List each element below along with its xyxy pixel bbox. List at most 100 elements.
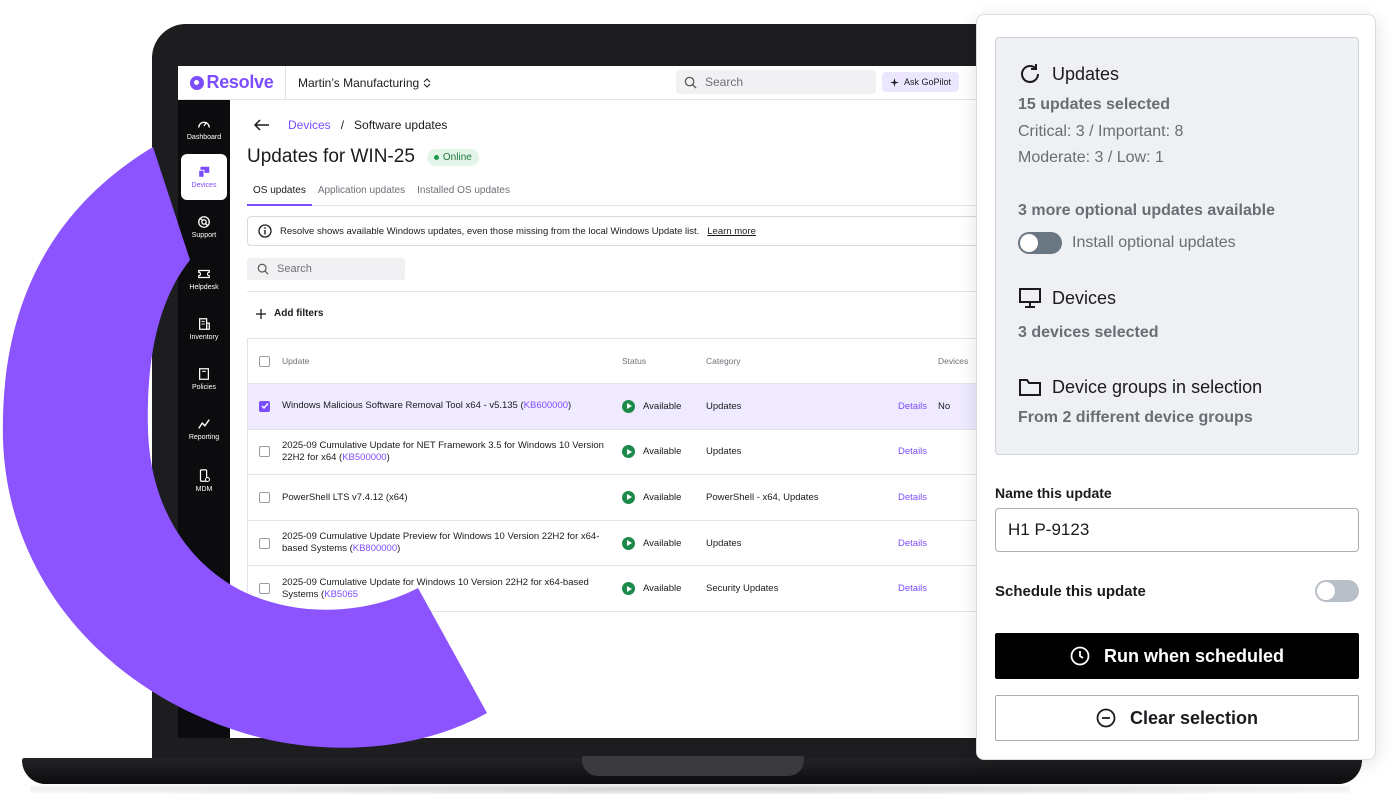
breadcrumb: Devices / Software updates (254, 118, 447, 132)
column-header-status[interactable]: Status (622, 339, 646, 383)
laptop-shadow (30, 784, 1350, 794)
clear-selection-button[interactable]: Clear selection (995, 695, 1359, 741)
available-status-icon (622, 445, 635, 459)
select-all-checkbox[interactable] (259, 355, 270, 367)
page-title: Updates for WIN-25 Online (247, 146, 479, 168)
run-when-scheduled-button[interactable]: Run when scheduled (995, 633, 1359, 679)
row-checkbox[interactable] (259, 583, 270, 595)
status-badge-text: Online (442, 151, 472, 163)
severity-critical-important: Critical: 3 / Important: 8 (1018, 123, 1184, 140)
sidebar-item-helpdesk[interactable]: Helpdesk (181, 256, 227, 302)
sidebar-item-policies[interactable]: Policies (181, 356, 227, 402)
sidebar-item-support[interactable]: Support (181, 204, 227, 250)
global-search-input[interactable]: Search (676, 70, 876, 94)
row-checkbox[interactable] (259, 537, 270, 549)
updates-search-placeholder: Search (277, 263, 312, 275)
sidebar-item-label: Reporting (188, 434, 220, 441)
chart-line-icon (198, 419, 210, 429)
ticket-icon (198, 269, 210, 279)
learn-more-link[interactable]: Learn more (707, 226, 756, 237)
install-optional-toggle[interactable] (1018, 232, 1062, 254)
column-header-update[interactable]: Update (282, 339, 612, 383)
devices-icon (198, 166, 210, 178)
add-filters-label: Add filters (274, 308, 324, 319)
details-link[interactable]: Details (898, 384, 927, 429)
available-status-icon (622, 399, 635, 413)
update-name: Windows Malicious Software Removal Tool … (282, 400, 572, 412)
plus-icon (256, 308, 266, 319)
tab-installed-os-updates[interactable]: Installed OS updates (411, 182, 516, 206)
update-name: PowerShell LTS v7.4.12 (x64) (282, 491, 408, 503)
details-link[interactable]: Details (898, 521, 927, 566)
sidebar-item-devices[interactable]: Devices (181, 154, 227, 200)
sidebar-item-label: Dashboard (186, 134, 222, 141)
updates-heading: Updates (1018, 62, 1119, 86)
page-title-text: Updates for WIN-25 (247, 146, 415, 167)
update-category: Security Updates (706, 583, 779, 595)
kb-link[interactable]: KB800000 (353, 543, 397, 554)
folder-icon (1019, 379, 1041, 396)
row-checkbox[interactable] (259, 400, 270, 412)
details-link[interactable]: Details (898, 475, 927, 520)
available-status-icon (622, 490, 635, 504)
update-name-input[interactable] (995, 508, 1359, 552)
laptop-notch (582, 756, 804, 776)
breadcrumb-devices-link[interactable]: Devices (288, 118, 331, 132)
add-filters-button[interactable]: Add filters (256, 308, 323, 319)
update-status: Available (622, 430, 681, 475)
column-header-devices[interactable]: Devices (938, 339, 968, 383)
breadcrumb-current: Software updates (354, 118, 448, 132)
schedule-row: Schedule this update (995, 579, 1359, 603)
sidebar: Dashboard Devices Support Helpdesk Inven… (178, 100, 230, 738)
status-badge: Online (426, 148, 479, 166)
resolve-logo[interactable]: Resolve (178, 66, 286, 100)
details-link[interactable]: Details (898, 566, 927, 611)
available-status-icon (622, 582, 635, 596)
breadcrumb-separator: / (340, 118, 345, 132)
sidebar-item-dashboard[interactable]: Dashboard (181, 106, 227, 152)
available-status-icon (622, 536, 635, 550)
optional-updates-available: 3 more optional updates available (1018, 202, 1275, 219)
devices-heading: Devices (1018, 286, 1116, 310)
clock-icon (1070, 646, 1090, 666)
refresh-icon (1021, 64, 1039, 83)
updates-search-input[interactable]: Search (247, 258, 405, 280)
row-checkbox[interactable] (259, 446, 270, 458)
update-status: Available (622, 384, 681, 429)
sidebar-item-mdm[interactable]: MDM (181, 458, 227, 504)
tab-os-updates[interactable]: OS updates (247, 182, 312, 206)
sidebar-item-inventory[interactable]: Inventory (181, 306, 227, 352)
update-name-label: Name this update (995, 485, 1112, 501)
ask-gopilot-button[interactable]: Ask GoPilot (882, 72, 960, 92)
info-text: Resolve shows available Windows updates,… (280, 225, 700, 237)
device-groups-heading: Device groups in selection (1018, 375, 1262, 399)
updates-selected-count: 15 updates selected (1018, 96, 1171, 113)
devices-selected-count: 3 devices selected (1018, 324, 1159, 341)
chevron-updown-icon (423, 77, 431, 88)
gauge-icon (198, 121, 210, 128)
bulk-update-panel: Updates 15 updates selected Critical: 3 … (976, 14, 1376, 760)
sidebar-item-label: Policies (191, 384, 217, 391)
schedule-toggle[interactable] (1315, 580, 1359, 602)
org-switcher[interactable]: Martin’s Manufacturing (298, 76, 431, 90)
org-name: Martin’s Manufacturing (298, 75, 420, 90)
column-header-category[interactable]: Category (706, 339, 741, 383)
update-category: Updates (706, 400, 742, 412)
install-optional-label: Install optional updates (1072, 234, 1236, 251)
device-groups-count: From 2 different device groups (1018, 409, 1253, 426)
kb-link[interactable]: KB5065 (324, 589, 358, 600)
back-arrow-icon[interactable] (254, 119, 270, 131)
update-name: 2025-09 Cumulative Update for NET Framew… (282, 440, 604, 463)
sidebar-item-reporting[interactable]: Reporting (181, 406, 227, 452)
book-icon (199, 368, 209, 380)
kb-link[interactable]: KB600000 (524, 400, 568, 411)
tab-application-updates[interactable]: Application updates (312, 182, 411, 206)
logo-mark-icon (189, 75, 204, 90)
sidebar-item-label: MDM (195, 486, 213, 493)
global-search-placeholder: Search (705, 75, 744, 89)
install-optional-row: Install optional updates (1018, 232, 1236, 254)
row-checkbox[interactable] (259, 491, 270, 503)
gopilot-label: Ask GoPilot (904, 77, 952, 87)
details-link[interactable]: Details (898, 430, 927, 475)
kb-link[interactable]: KB500000 (342, 452, 386, 463)
